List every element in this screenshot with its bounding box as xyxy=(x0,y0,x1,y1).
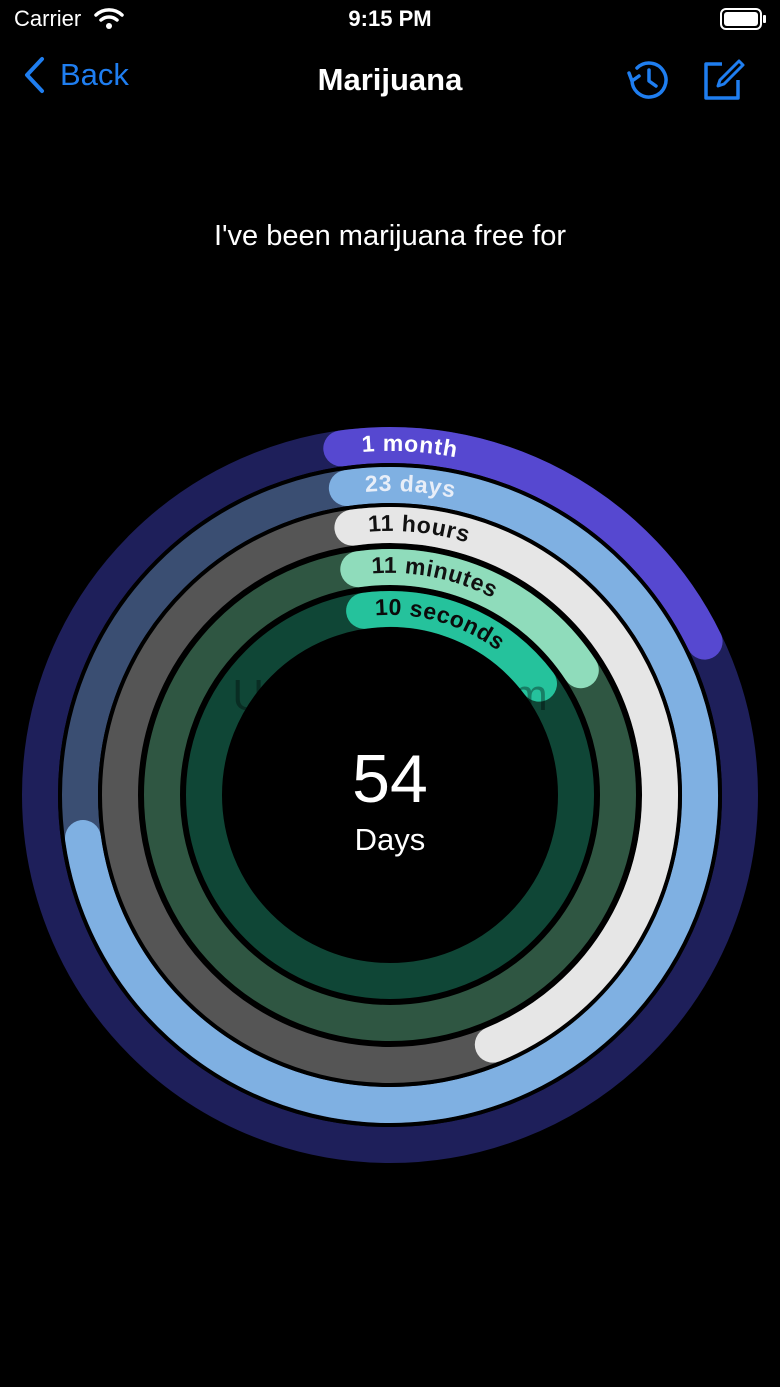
progress-rings: 1 month23 days11 hours11 minutes10 secon… xyxy=(18,423,762,1167)
watermark: UpdateStar.com xyxy=(232,671,548,720)
day-count-unit: Days xyxy=(354,822,426,857)
day-count: 54 xyxy=(352,741,428,817)
